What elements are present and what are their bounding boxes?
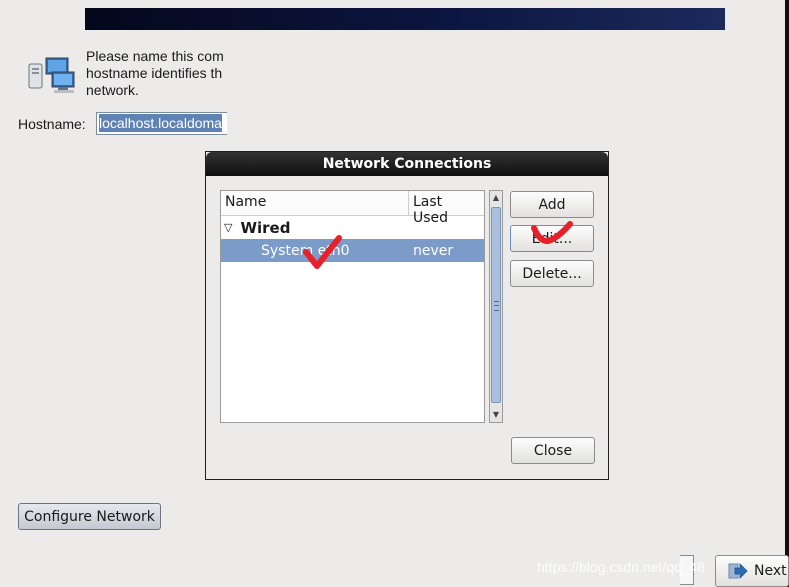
network-computers-icon: [28, 57, 75, 93]
window-edge: [785, 0, 789, 587]
watermark-text: https://blog.csdn.net/qq_48: [537, 559, 706, 575]
hostname-input[interactable]: localhost.localdoma: [96, 112, 227, 135]
list-header: Name Last Used: [221, 191, 484, 226]
next-arrow-icon: [728, 563, 748, 579]
red-checkmark-icon: [531, 221, 573, 245]
scroll-up-icon[interactable]: ▲: [491, 192, 501, 204]
close-button[interactable]: Close: [511, 437, 595, 464]
next-button[interactable]: Next: [715, 555, 789, 587]
expander-icon[interactable]: ▽: [224, 221, 232, 234]
red-checkmark-icon: [303, 235, 342, 269]
intro-text: Please name this com hostname identifies…: [86, 48, 227, 100]
hostname-value: localhost.localdoma: [99, 114, 222, 132]
header-banner: [85, 8, 725, 30]
next-label: Next: [754, 563, 787, 579]
network-connections-dialog: Network Connections Name Last Used ▽ Wir…: [205, 151, 609, 480]
hostname-label: Hostname:: [18, 116, 86, 132]
dialog-title: Network Connections: [206, 152, 608, 176]
list-scrollbar[interactable]: ▲ ▼: [489, 190, 503, 423]
intro-line-2: hostname identifies th: [86, 65, 223, 81]
intro-line-1: Please name this com: [86, 48, 224, 64]
configure-network-button[interactable]: Configure Network: [18, 503, 161, 530]
add-button[interactable]: Add: [510, 191, 594, 218]
connections-list[interactable]: Name Last Used ▽ Wired System eth0 never: [220, 190, 485, 423]
group-label: Wired: [240, 218, 291, 237]
connection-row[interactable]: System eth0 never: [221, 239, 484, 262]
scroll-thumb[interactable]: [491, 207, 501, 403]
grip-icon: [494, 301, 499, 311]
delete-button[interactable]: Delete...: [510, 260, 594, 287]
column-header-name[interactable]: Name: [221, 191, 409, 215]
scroll-down-icon[interactable]: ▼: [491, 409, 501, 421]
connection-last-used: never: [413, 242, 454, 259]
intro-line-3: network.: [86, 82, 139, 98]
column-header-last-used[interactable]: Last Used: [409, 191, 484, 226]
